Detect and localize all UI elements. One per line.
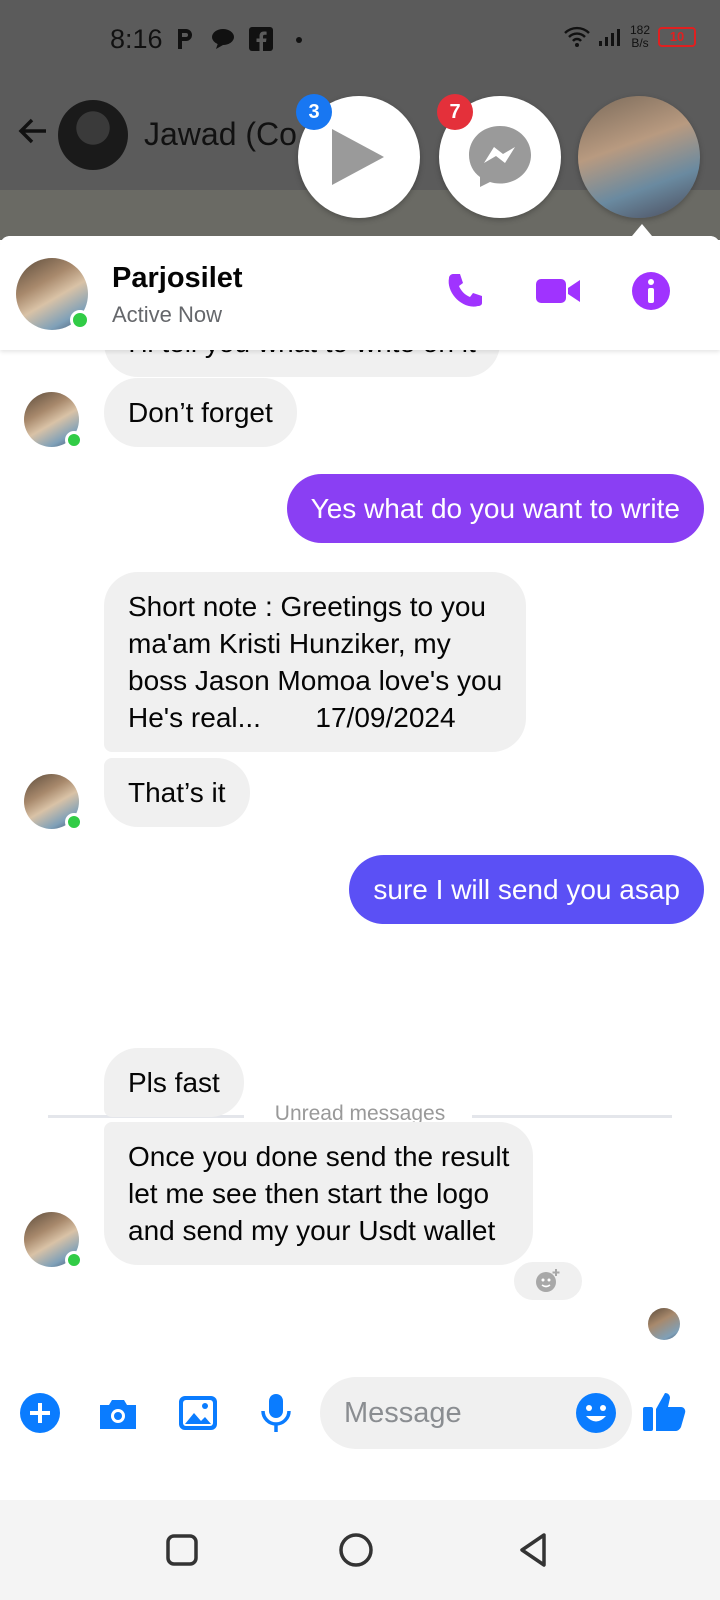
sender-avatar: [24, 774, 83, 831]
unread-badge: 3: [296, 94, 332, 130]
back-icon[interactable]: [514, 1530, 554, 1570]
status-notification-icons: [172, 26, 312, 52]
chat-head-pointer: [632, 224, 652, 236]
underlying-contact-avatar: [58, 100, 128, 170]
info-icon[interactable]: [630, 270, 672, 312]
message-bubble-incoming[interactable]: That’s it: [104, 758, 250, 827]
message-line: let me see then start the logo: [128, 1178, 490, 1209]
add-reaction-button[interactable]: [512, 1260, 584, 1302]
contact-name[interactable]: Parjosilet: [112, 262, 243, 295]
divider-line-right: [472, 1115, 672, 1118]
network-speed: 182 B/s: [629, 23, 650, 50]
add-icon[interactable]: [18, 1391, 62, 1435]
message-input[interactable]: [344, 1391, 564, 1435]
battery-indicator: 10: [658, 27, 696, 47]
parking-app-icon: [178, 29, 192, 49]
chat-app-icon: [212, 29, 234, 49]
message-bubble-outgoing[interactable]: sure I will send you asap: [349, 855, 704, 924]
message-bubble-incoming[interactable]: Don’t forget: [104, 378, 297, 447]
recent-apps-icon[interactable]: [162, 1530, 202, 1570]
message-line: and send my your Usdt wallet: [128, 1215, 496, 1246]
chat-head-video[interactable]: 3: [296, 94, 420, 218]
add-reaction-icon: [536, 1269, 560, 1292]
seen-receipt-avatar: [648, 1308, 680, 1340]
home-icon[interactable]: [336, 1530, 376, 1570]
status-time: 8:16: [110, 24, 163, 54]
video-call-icon[interactable]: [534, 270, 582, 312]
message-composer: [0, 1371, 720, 1456]
microphone-icon[interactable]: [254, 1391, 298, 1435]
status-right-icons: 182 B/s 10: [564, 24, 696, 50]
camera-icon[interactable]: [96, 1391, 140, 1435]
message-line: Short note : Greetings to you: [128, 591, 486, 622]
like-thumbs-up-icon[interactable]: [640, 1387, 688, 1435]
message-bubble-incoming[interactable]: Pls fast: [104, 1048, 244, 1117]
emoji-icon[interactable]: [574, 1391, 618, 1435]
chat-head-contact-avatar[interactable]: [578, 96, 700, 218]
message-bubble-incoming[interactable]: Once you done send the result let me see…: [104, 1122, 534, 1265]
facebook-icon: [249, 27, 273, 51]
message-line: boss Jason Momoa love's you: [128, 665, 503, 696]
status-bar: 8:16 182 B/s 10: [0, 0, 720, 80]
sender-avatar: [24, 1212, 83, 1269]
chat-panel: Parjosilet Active Now I'll tell you what…: [0, 236, 720, 1500]
online-indicator: [65, 1251, 83, 1269]
signal-icon: [598, 29, 620, 46]
message-bubble-outgoing[interactable]: Yes what do you want to write: [286, 474, 704, 543]
phone-call-icon[interactable]: [444, 270, 486, 312]
online-indicator: [70, 310, 90, 330]
chat-header: Parjosilet Active Now: [0, 236, 720, 350]
message-line: Once you done send the result: [128, 1141, 510, 1172]
online-indicator: [65, 813, 83, 831]
unread-badge: 7: [437, 94, 473, 130]
sender-avatar: [24, 392, 83, 449]
more-notifications-dot-icon: [296, 37, 302, 43]
contact-status: Active Now: [112, 302, 223, 327]
contact-avatar[interactable]: [16, 258, 90, 330]
message-input-container: [320, 1377, 632, 1449]
back-arrow-icon[interactable]: [16, 114, 50, 148]
message-list[interactable]: I'll tell you what to write on it Don’t …: [0, 308, 720, 1500]
message-line: He's real... 17/09/2024: [128, 702, 456, 733]
underlying-contact-name: Jawad (Co: [144, 116, 297, 152]
message-line: ma'am Kristi Hunziker, my: [128, 628, 451, 659]
wifi-icon: [564, 26, 590, 47]
gallery-icon[interactable]: [176, 1391, 220, 1435]
chat-head-messenger[interactable]: 7: [437, 94, 561, 218]
android-navigation-bar: [0, 1500, 720, 1600]
message-bubble-incoming[interactable]: Short note : Greetings to you ma'am Kris…: [104, 572, 527, 752]
online-indicator: [65, 431, 83, 449]
